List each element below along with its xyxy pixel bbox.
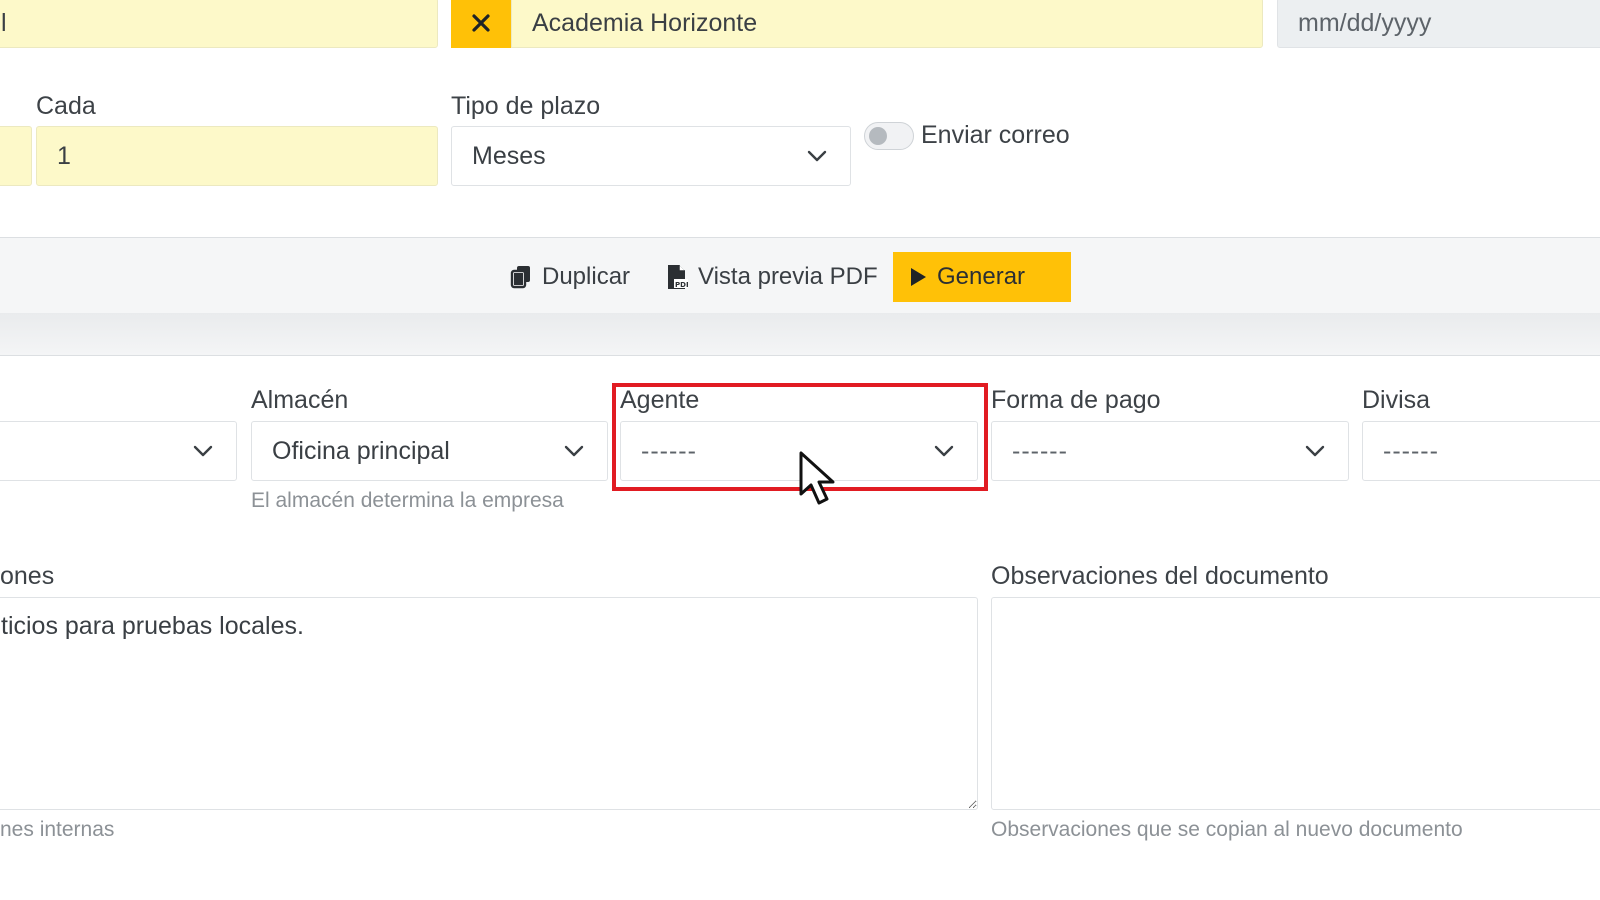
doc-notes-textarea[interactable] (991, 597, 1600, 810)
duplicate-button[interactable]: Duplicar (510, 252, 630, 302)
internal-notes-help: nes internas (0, 818, 115, 841)
customer-field[interactable]: Academia Horizonte (511, 0, 1263, 48)
customer-value: Academia Horizonte (532, 8, 758, 37)
doc-notes-help: Observaciones que se copian al nuevo doc… (991, 818, 1463, 841)
internal-notes-label: ones (0, 562, 55, 590)
payment-method-label: Forma de pago (991, 386, 1161, 414)
payment-method-value: ------ (1012, 436, 1068, 465)
currency-select[interactable]: ------ (1362, 421, 1600, 481)
warehouse-label: Almacén (251, 386, 349, 414)
warehouse-value: Oficina principal (272, 436, 450, 465)
svg-text:PDF: PDF (675, 281, 688, 289)
play-icon (911, 268, 926, 286)
every-label: Cada (36, 92, 96, 120)
duplicate-label: Duplicar (542, 263, 631, 290)
agent-value: ------ (641, 436, 697, 465)
chevron-down-icon (561, 438, 587, 464)
send-email-label: Enviar correo (921, 121, 1070, 149)
pdf-file-icon: PDF (668, 265, 688, 289)
send-email-toggle[interactable] (864, 122, 914, 150)
chevron-down-icon (1302, 438, 1328, 464)
top-left-field-value: l (1, 8, 7, 37)
chevron-down-icon (190, 438, 216, 464)
every-value: 1 (57, 141, 71, 170)
top-left-field[interactable]: l (0, 0, 438, 48)
term-type-select[interactable]: Meses (451, 126, 851, 186)
pdf-preview-label: Vista previa PDF (698, 263, 878, 290)
date-field[interactable]: mm/dd/yyyy (1277, 0, 1600, 48)
currency-value: ------ (1383, 436, 1439, 465)
partial-left-field[interactable] (0, 126, 32, 186)
generate-button[interactable]: Generar (893, 252, 1071, 302)
term-type-label: Tipo de plazo (451, 92, 601, 120)
toggle-knob (869, 127, 887, 145)
generate-label: Generar (937, 263, 1026, 290)
chevron-down-icon (804, 143, 830, 169)
payment-method-select[interactable]: ------ (991, 421, 1349, 481)
date-placeholder: mm/dd/yyyy (1298, 8, 1432, 37)
warehouse-select[interactable]: Oficina principal (251, 421, 608, 481)
chevron-down-icon (931, 438, 957, 464)
copy-icon (510, 266, 530, 289)
doc-notes-label: Observaciones del documento (991, 562, 1329, 590)
close-icon (472, 14, 490, 32)
mouse-pointer-icon (799, 451, 835, 505)
currency-label: Divisa (1362, 386, 1431, 414)
warehouse-help: El almacén determina la empresa (251, 489, 564, 512)
partial-left-select[interactable] (0, 421, 237, 481)
toolbar-divider (0, 313, 1600, 356)
term-type-value: Meses (472, 141, 546, 170)
clear-customer-button[interactable] (451, 0, 511, 48)
every-input[interactable]: 1 (36, 126, 438, 186)
internal-notes-textarea[interactable] (0, 597, 978, 810)
agent-label: Agente (620, 386, 700, 414)
pdf-preview-button[interactable]: PDF Vista previa PDF (666, 252, 878, 302)
